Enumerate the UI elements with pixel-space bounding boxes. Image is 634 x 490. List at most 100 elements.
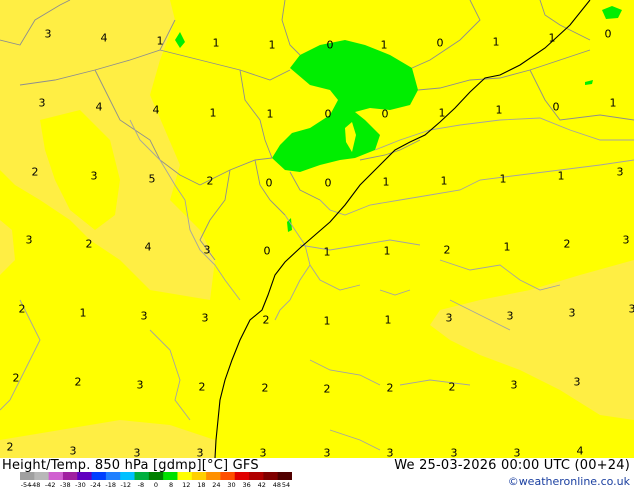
temperature-value: 1 (496, 104, 503, 117)
temperature-value: 1 (157, 35, 164, 48)
temperature-value: 2 (207, 175, 214, 188)
temperature-value: 3 (134, 447, 141, 459)
temperature-value: 3 (387, 447, 394, 459)
temperature-value: 1 (381, 39, 388, 52)
temperature-value: 4 (577, 445, 584, 458)
temperature-value: 3 (137, 379, 144, 392)
temperature-value: 1 (439, 107, 446, 120)
legend-swatch (120, 472, 136, 480)
temperature-value: 5 (149, 173, 156, 186)
temperature-value: 1 (493, 36, 500, 49)
map-title: Height/Temp. 850 hPa [gdmp][°C] GFS (2, 458, 259, 473)
temperature-value: 3 (514, 447, 521, 459)
temperature-value: 0 (264, 245, 271, 258)
legend-tick: 0 (153, 481, 159, 489)
legend-tick: -30 (75, 481, 86, 489)
legend-swatch (20, 472, 35, 480)
temperature-value: 3 (197, 447, 204, 459)
legend-swatch (249, 472, 264, 480)
temperature-value: 3 (574, 376, 581, 389)
temperature-value: 3 (26, 234, 33, 247)
temperature-value: 3 (629, 303, 634, 316)
temperature-value: 3 (324, 447, 331, 459)
temperature-value: 2 (324, 383, 331, 396)
legend-swatch (163, 472, 178, 480)
temperature-value: 2 (444, 244, 451, 257)
temperature-value: 3 (45, 28, 52, 41)
temperature-value: 1 (383, 176, 390, 189)
legend-color-bar (20, 472, 292, 480)
temperature-value: 4 (153, 104, 160, 117)
legend-tick: 18 (197, 481, 206, 489)
legend-tick-labels: -54 -48 -42 -38 -30 -24 -18 -12 -8 0 8 12 18 24 30 36 42… (20, 481, 292, 490)
legend-swatch (234, 472, 250, 480)
legend-swatch (62, 472, 78, 480)
temperature-value: 2 (387, 382, 394, 395)
temperature-value: 0 (437, 37, 444, 50)
temperature-value: 2 (32, 166, 39, 179)
temperature-value: 0 (553, 101, 560, 114)
temperature-value: 2 (564, 238, 571, 251)
temperature-value: 0 (325, 177, 332, 190)
temperature-value: 1 (504, 241, 511, 254)
temperature-value: 3 (511, 379, 518, 392)
legend-tick: -42 (44, 481, 56, 489)
temperature-value: 1 (441, 175, 448, 188)
legend-tick: 12 (182, 481, 191, 489)
temperature-value: 0 (605, 28, 612, 41)
legend-tick: -48 (29, 481, 41, 489)
temperature-value: 2 (199, 381, 206, 394)
legend-tick: -18 (105, 481, 116, 489)
legend-swatch (91, 472, 107, 480)
temperature-value: 3 (617, 166, 624, 179)
temperature-value: 3 (623, 234, 630, 247)
credit-link[interactable]: ©weatheronline.co.uk (508, 475, 630, 488)
temperature-value: 2 (13, 372, 20, 385)
temperature-value: 1 (267, 108, 274, 121)
temperature-value: 3 (70, 445, 77, 458)
temperature-value: 2 (449, 381, 456, 394)
temperature-value: 2 (263, 314, 270, 327)
legend-swatch (277, 472, 292, 480)
temperature-value: 3 (202, 312, 209, 325)
temperature-value: 0 (382, 108, 389, 121)
temperature-value: 1 (269, 39, 276, 52)
temperature-value: 3 (507, 310, 514, 323)
temperature-value: 1 (384, 245, 391, 258)
legend-swatch (206, 472, 221, 480)
map-canvas: 3 4 1 1 1 0 1 0 1 1 0 3 4 4 1 1 0 0 1 1 0 1 2 3 5 2 0 0 1 1 1 1 3 3 2 4 3 0 1 1… (0, 0, 634, 458)
legend-tick: -38 (60, 481, 71, 489)
temperature-value: 1 (210, 107, 217, 120)
legend-swatch (105, 472, 121, 480)
temperature-value: 3 (141, 310, 148, 323)
legend-swatch (263, 472, 279, 480)
legend-swatch (77, 472, 93, 480)
map-footer: Height/Temp. 850 hPa [gdmp][°C] GFS We 2… (0, 458, 634, 490)
legend-tick: 42 (257, 481, 266, 489)
temperature-value: 1 (549, 32, 556, 45)
legend-swatch (34, 472, 50, 480)
temperature-value: 3 (569, 307, 576, 320)
temperature-value: 0 (325, 108, 332, 121)
temperature-value: 1 (610, 97, 617, 110)
weather-map: 3 4 1 1 1 0 1 0 1 1 0 3 4 4 1 1 0 0 1 1 0 1 2 3 5 2 0 0 1 1 1 1 3 3 2 4 3 0 1 1… (0, 0, 634, 458)
temperature-value: 3 (91, 170, 98, 183)
legend-swatch (148, 472, 164, 480)
temperature-value: 1 (324, 246, 331, 259)
temperature-value: 2 (86, 238, 93, 251)
temperature-value: 1 (558, 170, 565, 183)
color-legend: -54 -48 -42 -38 -30 -24 -18 -12 -8 0 8 12 18 24 30 36 42… (20, 472, 292, 490)
legend-tick: -8 (137, 481, 145, 489)
temperature-value: 4 (96, 101, 103, 114)
legend-swatch (191, 472, 207, 480)
temperature-value: 4 (145, 241, 152, 254)
temperature-value: 3 (446, 312, 453, 325)
temperature-value: 1 (80, 307, 87, 320)
legend-tick: 8 (169, 481, 174, 489)
temperature-value: 0 (266, 177, 273, 190)
legend-swatch (134, 472, 150, 480)
legend-tick: 24 (212, 481, 221, 489)
temperature-value: 1 (500, 173, 507, 186)
temperature-value: 1 (213, 37, 220, 50)
temperature-value: 2 (75, 376, 82, 389)
